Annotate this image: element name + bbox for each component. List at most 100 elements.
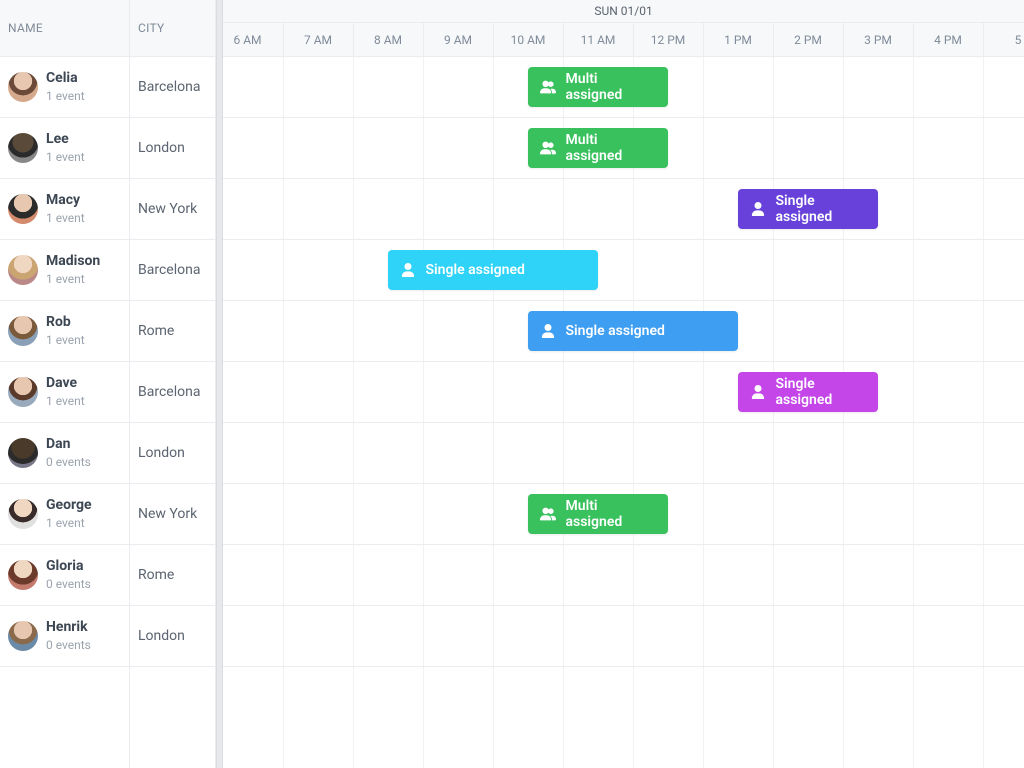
resource-event-count: 1 event: [46, 272, 100, 286]
resource-name: Dave: [46, 375, 85, 392]
event-single-assigned[interactable]: Single assigned: [388, 250, 598, 290]
event-label: Single assigned: [426, 262, 525, 278]
hour-header[interactable]: 12 PM: [633, 23, 703, 56]
resource-row[interactable]: Dave 1 event: [0, 362, 129, 423]
hour-header[interactable]: 5: [983, 23, 1024, 56]
timeline-row[interactable]: [223, 423, 1024, 484]
timeline-row[interactable]: Single assigned: [223, 362, 1024, 423]
timeline-date-header[interactable]: SUN 01/01: [223, 0, 1024, 23]
timeline-row[interactable]: Single assigned: [223, 240, 1024, 301]
resource-event-count: 1 event: [46, 333, 85, 347]
hour-header[interactable]: 8 AM: [353, 23, 423, 56]
resource-info: Celia 1 event: [46, 70, 85, 103]
event-single-assigned[interactable]: Single assigned: [738, 372, 878, 412]
hour-header[interactable]: 1 PM: [703, 23, 773, 56]
timeline-row[interactable]: Single assigned: [223, 301, 1024, 362]
avatar: [8, 499, 38, 529]
timeline-row[interactable]: Single assigned: [223, 179, 1024, 240]
resource-row[interactable]: George 1 event: [0, 484, 129, 545]
event-multi-assigned[interactable]: Multi assigned: [528, 67, 668, 107]
city-cell[interactable]: New York: [130, 484, 215, 545]
resource-row[interactable]: Henrik0 events: [0, 606, 129, 667]
timeline-row[interactable]: [223, 606, 1024, 667]
locked-columns: NAME Celia1 eventLee1 eventMacy1 eventMa…: [0, 0, 216, 768]
hour-header[interactable]: 10 AM: [493, 23, 563, 56]
hour-header[interactable]: 4 PM: [913, 23, 983, 56]
avatar: [8, 133, 38, 163]
hour-header[interactable]: 9 AM: [423, 23, 493, 56]
user-icon: [400, 263, 416, 277]
timeline-row[interactable]: [223, 545, 1024, 606]
city-cell[interactable]: Rome: [130, 545, 215, 606]
city-label: New York: [138, 201, 197, 217]
resource-info: Macy1 event: [46, 192, 85, 225]
city-label: Rome: [138, 323, 174, 339]
resource-name: Rob: [46, 314, 85, 331]
city-cell[interactable]: Barcelona: [130, 362, 215, 423]
event-multi-assigned[interactable]: Multi assigned: [528, 494, 668, 534]
resource-event-count: 1 event: [46, 394, 85, 408]
resource-event-count: 1 event: [46, 516, 92, 530]
resource-name: Celia: [46, 70, 85, 87]
city-cell[interactable]: Rome: [130, 301, 215, 362]
city-column-header[interactable]: CITY: [130, 0, 215, 57]
users-icon: [540, 507, 556, 521]
users-icon: [540, 80, 556, 94]
city-label: Barcelona: [138, 262, 200, 278]
event-multi-assigned[interactable]: Multi assigned: [528, 128, 668, 168]
timeline-row[interactable]: Multi assigned: [223, 118, 1024, 179]
resource-event-count: 1 event: [46, 211, 85, 225]
resource-name: Gloria: [46, 558, 91, 575]
city-cell[interactable]: London: [130, 118, 215, 179]
resource-row[interactable]: Rob 1 event: [0, 301, 129, 362]
city-label: Rome: [138, 567, 174, 583]
resource-row[interactable]: Macy1 event: [0, 179, 129, 240]
city-label: Barcelona: [138, 384, 200, 400]
city-cell[interactable]: London: [130, 423, 215, 484]
event-label: Single assigned: [566, 323, 665, 339]
timeline-body[interactable]: Multi assigned Multi assigned Single assig…: [223, 57, 1024, 768]
resource-row[interactable]: Dan0 events: [0, 423, 129, 484]
timeline-panel: SUN 01/01 6 AM7 AM8 AM9 AM10 AM11 AM12 P…: [223, 0, 1024, 768]
hour-header[interactable]: 3 PM: [843, 23, 913, 56]
city-column: CITY Barcelona London New York Barcelona Rom…: [130, 0, 215, 768]
city-cell[interactable]: Barcelona: [130, 57, 215, 118]
name-column: NAME Celia1 eventLee1 eventMacy1 eventMa…: [0, 0, 130, 768]
avatar: [8, 560, 38, 590]
hour-header[interactable]: 2 PM: [773, 23, 843, 56]
resource-name: George: [46, 497, 92, 514]
name-column-header[interactable]: NAME: [0, 0, 129, 57]
hour-header[interactable]: 11 AM: [563, 23, 633, 56]
city-label: Barcelona: [138, 79, 200, 95]
timeline-header: SUN 01/01 6 AM7 AM8 AM9 AM10 AM11 AM12 P…: [223, 0, 1024, 57]
resource-info: Henrik0 events: [46, 619, 91, 652]
resource-row[interactable]: Celia 1 event: [0, 57, 129, 118]
resource-event-count: 1 event: [46, 89, 85, 103]
resource-info: Madison 1 event: [46, 253, 100, 286]
resource-name: Madison: [46, 253, 100, 270]
column-splitter[interactable]: [216, 0, 223, 768]
timeline-row[interactable]: Multi assigned: [223, 57, 1024, 118]
avatar: [8, 621, 38, 651]
city-cell[interactable]: New York: [130, 179, 215, 240]
event-single-assigned[interactable]: Single assigned: [738, 189, 878, 229]
event-label: Single assigned: [776, 376, 866, 408]
user-icon: [750, 385, 766, 399]
hour-header[interactable]: 6 AM: [223, 23, 283, 56]
hour-header[interactable]: 7 AM: [283, 23, 353, 56]
event-label: Multi assigned: [566, 498, 656, 530]
avatar: [8, 194, 38, 224]
city-label: London: [138, 445, 185, 461]
event-single-assigned[interactable]: Single assigned: [528, 311, 738, 351]
timeline-rows: Multi assigned Multi assigned Single assig…: [223, 57, 1024, 667]
resource-row[interactable]: Lee1 event: [0, 118, 129, 179]
avatar: [8, 438, 38, 468]
city-cell[interactable]: London: [130, 606, 215, 667]
resource-name: Lee: [46, 131, 85, 148]
resource-row[interactable]: Gloria0 events: [0, 545, 129, 606]
resource-info: Rob 1 event: [46, 314, 85, 347]
city-label: London: [138, 628, 185, 644]
city-cell[interactable]: Barcelona: [130, 240, 215, 301]
timeline-row[interactable]: Multi assigned: [223, 484, 1024, 545]
resource-row[interactable]: Madison 1 event: [0, 240, 129, 301]
